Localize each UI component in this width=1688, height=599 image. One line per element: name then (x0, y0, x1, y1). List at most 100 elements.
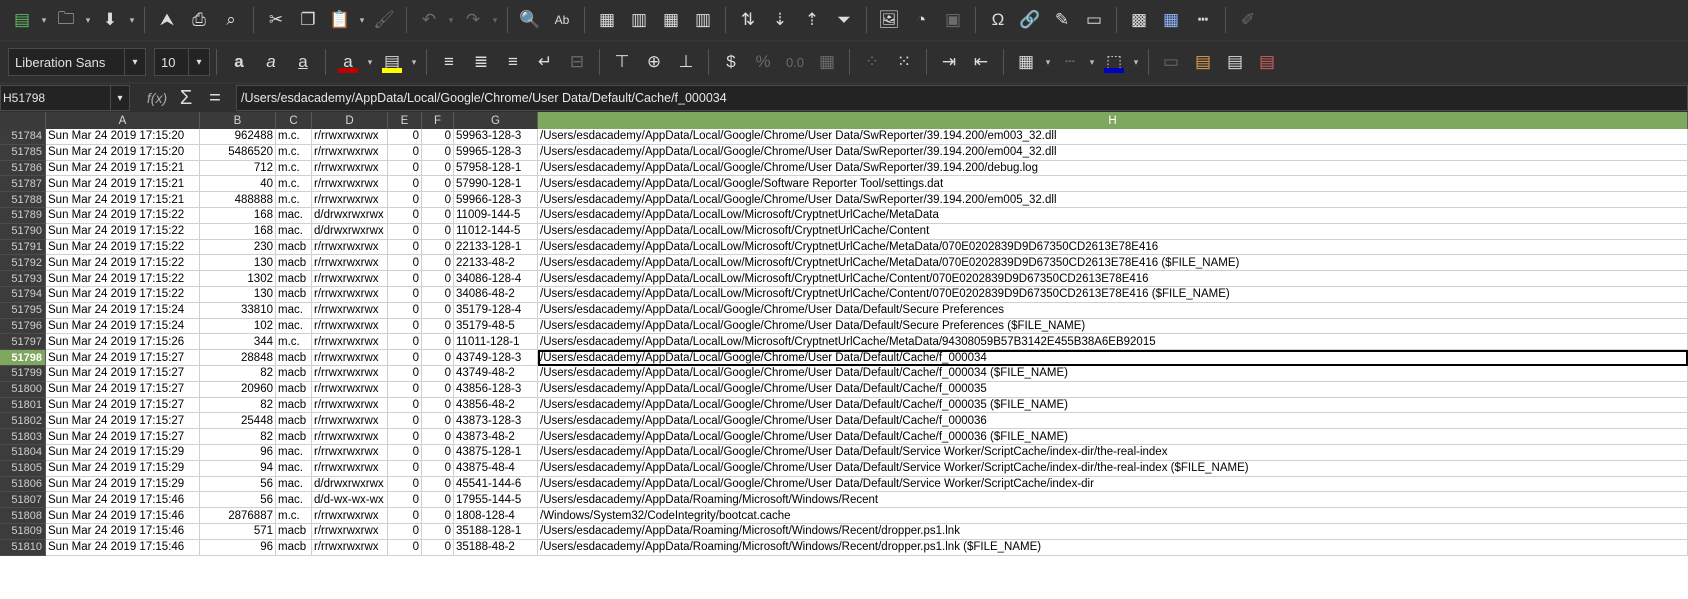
cell-b[interactable]: 230 (200, 239, 276, 256)
cell-b[interactable]: 962488 (200, 129, 276, 145)
cell-g[interactable]: 35188-128-1 (454, 523, 538, 540)
cell-a[interactable]: Sun Mar 24 2019 17:15:27 (46, 381, 200, 398)
cell-d[interactable]: r/rrwxrwxrwx (312, 239, 388, 256)
column-header-f[interactable]: F (422, 112, 454, 129)
cell-d[interactable]: r/rrwxrwxrwx (312, 460, 388, 477)
cell-h[interactable]: /Users/esdacademy/AppData/LocalLow/Micro… (538, 223, 1688, 240)
row-header[interactable]: 51789 (0, 207, 46, 224)
cell-a[interactable]: Sun Mar 24 2019 17:15:46 (46, 508, 200, 524)
cell-d[interactable]: d/drwxrwxrwx (312, 223, 388, 240)
column-header-c[interactable]: C (276, 112, 312, 129)
new-spreadsheet-icon[interactable]: ▤ (8, 6, 36, 34)
cell-a[interactable]: Sun Mar 24 2019 17:15:29 (46, 460, 200, 477)
cell-e[interactable]: 0 (388, 508, 422, 524)
cell-h[interactable]: /Users/esdacademy/AppData/Roaming/Micros… (538, 492, 1688, 509)
cell-c[interactable]: macb (276, 286, 312, 303)
cell-b[interactable]: 96 (200, 539, 276, 556)
cell-a[interactable]: Sun Mar 24 2019 17:15:21 (46, 192, 200, 208)
cell-d[interactable]: d/drwxrwxrwx (312, 476, 388, 493)
cell-c[interactable]: macb (276, 429, 312, 445)
cell-f[interactable]: 0 (422, 523, 454, 540)
row-header[interactable]: 51784 (0, 129, 46, 145)
highlight-color-icon[interactable]: ▤ (378, 48, 406, 76)
cell-f[interactable]: 0 (422, 144, 454, 161)
copy-icon[interactable]: ❐ (294, 6, 322, 34)
cell-f[interactable]: 0 (422, 255, 454, 272)
cell-b[interactable]: 1302 (200, 271, 276, 287)
sort-icon[interactable]: ⇅ (734, 6, 762, 34)
cell-f[interactable]: 0 (422, 302, 454, 319)
add-decimal-place-icon[interactable]: ⁘ (858, 48, 886, 76)
row-icon[interactable]: ▦ (593, 6, 621, 34)
print-preview-icon[interactable]: ⌕ (217, 6, 245, 34)
cell-e[interactable]: 0 (388, 144, 422, 161)
cell-a[interactable]: Sun Mar 24 2019 17:15:21 (46, 160, 200, 177)
cell-h[interactable]: /Users/esdacademy/AppData/LocalLow/Micro… (538, 286, 1688, 303)
cell-f[interactable]: 0 (422, 334, 454, 351)
open-dropdown-icon[interactable]: ▾ (82, 6, 94, 34)
insert-chart-icon[interactable]: ◔ (907, 6, 935, 34)
cell-a[interactable]: Sun Mar 24 2019 17:15:46 (46, 539, 200, 556)
cell-a[interactable]: Sun Mar 24 2019 17:15:29 (46, 476, 200, 493)
cell-a[interactable]: Sun Mar 24 2019 17:15:29 (46, 444, 200, 461)
cell-d[interactable]: r/rrwxrwxrwx (312, 192, 388, 208)
cell-f[interactable]: 0 (422, 239, 454, 256)
cell-f[interactable]: 0 (422, 381, 454, 398)
delete-decimal-place-icon[interactable]: ⁙ (890, 48, 918, 76)
insert-row-icon[interactable]: ▦ (657, 6, 685, 34)
cell-f[interactable]: 0 (422, 176, 454, 193)
cell-d[interactable]: r/rrwxrwxrwx (312, 413, 388, 430)
cell-d[interactable]: r/rrwxrwxrwx (312, 508, 388, 524)
cell-g[interactable]: 59966-128-3 (454, 192, 538, 208)
open-folder-icon[interactable]: 🗀 (52, 6, 80, 34)
cell-f[interactable]: 0 (422, 476, 454, 493)
insert-column-icon[interactable]: ▥ (689, 6, 717, 34)
cell-h[interactable]: /Users/esdacademy/AppData/Local/Google/C… (538, 160, 1688, 177)
column-header-b[interactable]: B (200, 112, 276, 129)
row-header[interactable]: 51804 (0, 444, 46, 461)
cell-f[interactable]: 0 (422, 429, 454, 445)
row-header[interactable]: 51795 (0, 302, 46, 319)
cell-g[interactable]: 59965-128-3 (454, 144, 538, 161)
cell-f[interactable]: 0 (422, 207, 454, 224)
cell-c[interactable]: mac. (276, 302, 312, 319)
cell-d[interactable]: r/rrwxrwxrwx (312, 318, 388, 335)
cell-b[interactable]: 102 (200, 318, 276, 335)
cell-a[interactable]: Sun Mar 24 2019 17:15:22 (46, 271, 200, 287)
cell-h[interactable]: /Users/esdacademy/AppData/Local/Google/C… (538, 129, 1688, 145)
cell-c[interactable]: macb (276, 271, 312, 287)
cell-h[interactable]: /Users/esdacademy/AppData/Roaming/Micros… (538, 539, 1688, 556)
cell-b[interactable]: 130 (200, 286, 276, 303)
styles-icon[interactable]: ▤ (1221, 48, 1249, 76)
cell-e[interactable]: 0 (388, 223, 422, 240)
align-top-icon[interactable]: ⊤ (608, 48, 636, 76)
paste-dropdown-icon[interactable]: ▾ (356, 6, 368, 34)
autofilter-icon[interactable]: ⏷ (830, 6, 858, 34)
cell-g[interactable]: 35188-48-2 (454, 539, 538, 556)
cell-d[interactable]: r/rrwxrwxrwx (312, 160, 388, 177)
cell-b[interactable]: 5486520 (200, 144, 276, 161)
number-format-icon[interactable]: 0.0 (781, 48, 809, 76)
cell-c[interactable]: mac. (276, 223, 312, 240)
cell-g[interactable]: 43875-48-4 (454, 460, 538, 477)
cell-c[interactable]: m.c. (276, 176, 312, 193)
row-header[interactable]: 51802 (0, 413, 46, 430)
cell-e[interactable]: 0 (388, 160, 422, 177)
font-size-box[interactable]: 10 ▾ (154, 48, 210, 76)
cell-f[interactable]: 0 (422, 271, 454, 287)
cell-e[interactable]: 0 (388, 397, 422, 414)
cell-d[interactable]: r/rrwxrwxrwx (312, 539, 388, 556)
row-header[interactable]: 51786 (0, 160, 46, 177)
cell-e[interactable]: 0 (388, 429, 422, 445)
chevron-down-icon[interactable]: ▾ (188, 49, 209, 75)
font-color-dropdown-icon[interactable]: ▾ (364, 48, 376, 76)
cell-b[interactable]: 168 (200, 207, 276, 224)
borders-dropdown-icon[interactable]: ▾ (1042, 48, 1054, 76)
special-character-icon[interactable]: Ω (984, 6, 1012, 34)
cell-a[interactable]: Sun Mar 24 2019 17:15:21 (46, 176, 200, 193)
cell-h[interactable]: /Users/esdacademy/AppData/LocalLow/Micro… (538, 239, 1688, 256)
cell-c[interactable]: macb (276, 523, 312, 540)
formula-icon[interactable]: = (200, 87, 230, 110)
cell-g[interactable]: 22133-128-1 (454, 239, 538, 256)
row-header[interactable]: 51790 (0, 223, 46, 240)
